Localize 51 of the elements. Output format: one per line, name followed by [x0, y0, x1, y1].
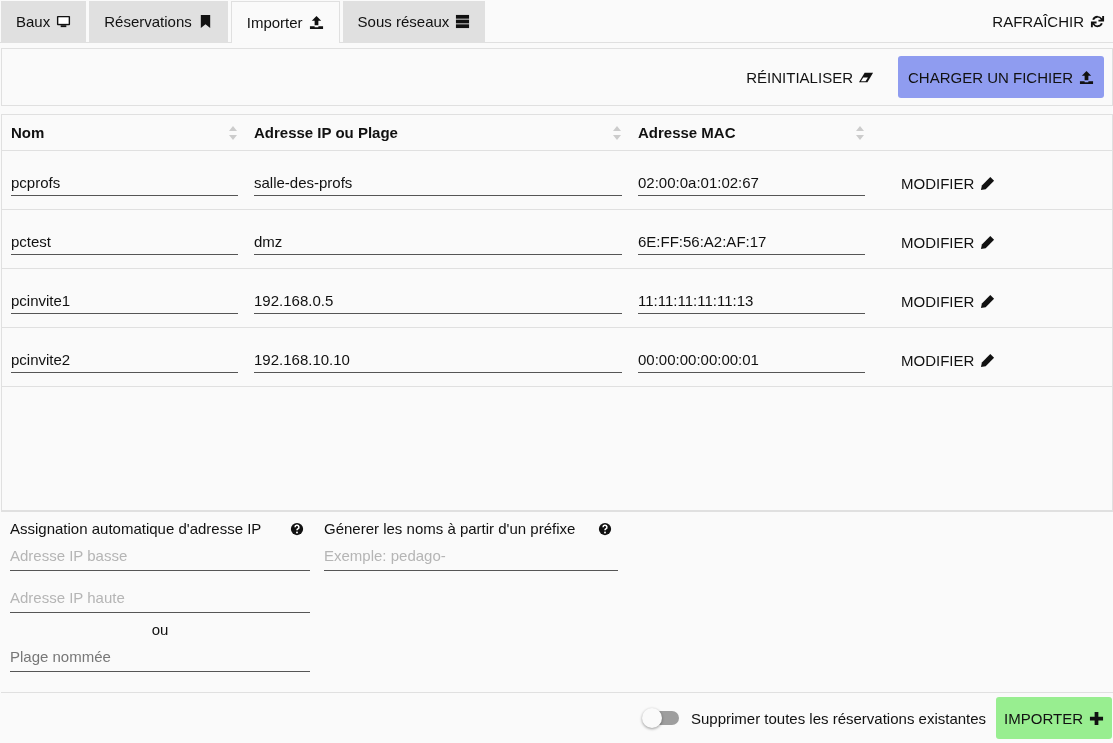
pencil-icon — [980, 234, 996, 250]
refresh-icon — [1090, 13, 1105, 29]
server-icon — [455, 14, 471, 29]
refresh-button[interactable]: RAFRAÎCHIR — [986, 0, 1111, 42]
prefix-field[interactable]: Exemple: pedago- — [324, 537, 618, 571]
name-field[interactable]: pcinvite1 — [11, 288, 238, 314]
tab[interactable]: Réservations — [89, 1, 228, 42]
help-icon[interactable] — [598, 521, 612, 536]
toggle-label: Supprimer toutes les réservations existantes — [690, 709, 987, 727]
ip-field[interactable]: 192.168.10.10 — [254, 347, 622, 373]
ip-field[interactable]: 192.168.0.5 — [254, 288, 622, 314]
sort-icon[interactable] — [855, 124, 865, 141]
tab[interactable]: Importer — [230, 1, 340, 43]
pencil-icon — [980, 175, 996, 191]
column-header[interactable]: Nom — [11, 124, 45, 141]
mac-field[interactable]: 00:00:00:00:00:01 — [638, 347, 865, 373]
toggle-switch[interactable] — [644, 711, 679, 725]
or-label: ou — [151, 621, 169, 638]
ip-field[interactable]: salle-des-profs — [254, 170, 622, 196]
mac-field[interactable]: 6E:FF:56:A2:AF:17 — [638, 229, 865, 255]
tab[interactable]: Baux — [1, 1, 87, 42]
sort-icon[interactable] — [228, 124, 238, 141]
section-title: Assignation automatique d'adresse IP — [10, 520, 262, 537]
reset-button[interactable]: RÉINITIALISER — [740, 68, 880, 86]
ip-field[interactable]: dmz — [254, 229, 622, 255]
upload-file-button[interactable]: CHARGER UN FICHIER — [898, 56, 1104, 98]
import-button[interactable]: IMPORTER — [996, 697, 1112, 739]
section-title: Génerer les noms à partir d'un préfixe — [324, 520, 576, 537]
name-field[interactable]: pctest — [11, 229, 238, 255]
pencil-icon — [980, 352, 996, 368]
upload-icon — [1079, 69, 1094, 85]
ip-range-field[interactable]: Adresse IP basse — [10, 537, 310, 571]
column-header[interactable]: Adresse IP ou Plage — [254, 124, 398, 141]
named-range-select[interactable]: Plage nommée — [10, 638, 310, 672]
help-icon[interactable] — [290, 521, 304, 536]
upload-icon — [308, 15, 324, 30]
monitor-icon — [56, 14, 72, 29]
modify-button[interactable]: MODIFIER — [895, 233, 1002, 251]
tab[interactable]: Sous réseaux — [342, 1, 486, 42]
name-field[interactable]: pcprofs — [11, 170, 238, 196]
name-field[interactable]: pcinvite2 — [11, 347, 238, 373]
sort-icon[interactable] — [612, 124, 622, 141]
modify-button[interactable]: MODIFIER — [895, 292, 1002, 310]
modify-button[interactable]: MODIFIER — [895, 174, 1002, 192]
column-header[interactable]: Adresse MAC — [638, 124, 736, 141]
ip-range-field[interactable]: Adresse IP haute — [10, 579, 310, 613]
mac-field[interactable]: 11:11:11:11:11:13 — [638, 288, 865, 314]
mac-field[interactable]: 02:00:0a:01:02:67 — [638, 170, 865, 196]
pencil-icon — [980, 293, 996, 309]
modify-button[interactable]: MODIFIER — [895, 351, 1002, 369]
plus-icon — [1089, 710, 1104, 726]
